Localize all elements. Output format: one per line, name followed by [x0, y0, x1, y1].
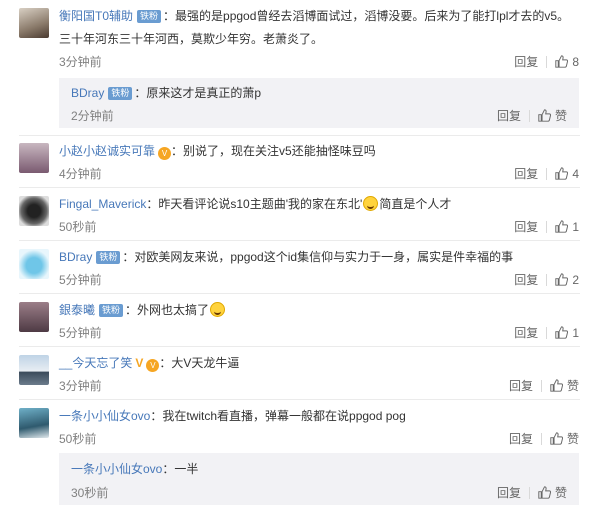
reply-button[interactable]: 回复 [514, 326, 538, 340]
avatar[interactable] [19, 408, 49, 438]
comment-text: ：原来这才是真正的萧p [134, 86, 262, 100]
reply-button[interactable]: 回复 [514, 167, 538, 181]
thumbs-up-icon [555, 220, 569, 233]
comment-actions: 回复 4 [514, 165, 579, 182]
like-button[interactable]: 1 [555, 326, 579, 340]
thumbs-up-icon [555, 273, 569, 286]
avatar[interactable] [19, 8, 49, 38]
like-button[interactable]: 8 [555, 55, 579, 69]
reply-button[interactable]: 回复 [514, 273, 538, 287]
comment-item: 一条小小仙女ovo：我在twitch看直播，弹幕一般都在说ppgod pog 5… [0, 399, 599, 451]
comment-username[interactable]: 衡阳国T0辅助 [59, 9, 133, 23]
comment-item: Fingal_Maverick：昨天看评论说s10主题曲'我的家在东北' 简直是个… [0, 187, 599, 239]
like-label: 赞 [554, 109, 567, 123]
reply-button[interactable]: 回复 [509, 379, 533, 393]
vip-icon: V [158, 147, 172, 160]
like-count: 1 [572, 220, 579, 234]
reply-button[interactable]: 回复 [514, 220, 538, 234]
comment-username[interactable]: BDray [59, 250, 92, 264]
comment-text: ：最强的是ppgod曾经去滔博面试过，滔博没要。后来为了能打lpl才去的v5。 [163, 9, 570, 23]
like-count: 4 [572, 167, 579, 181]
fan-badge: 铁粉 [137, 10, 162, 23]
comment-actions: 回复 赞 [497, 484, 567, 501]
comment-text: ：一半 [162, 462, 199, 476]
comment-username[interactable]: 小赵小赵诚实可靠 [59, 144, 155, 158]
like-button[interactable]: 1 [555, 220, 579, 234]
comment-username[interactable]: 一条小小仙女ovo [59, 409, 150, 423]
fan-badge: 铁粉 [108, 87, 133, 100]
reply-button[interactable]: 回复 [509, 432, 533, 446]
like-count: 8 [572, 55, 579, 69]
comment-time: 30秒前 [71, 486, 109, 500]
reply-button[interactable]: 回复 [514, 55, 538, 69]
comment-time: 50秒前 [59, 432, 97, 446]
verified-v-icon: V [135, 356, 144, 370]
like-button[interactable]: 4 [555, 167, 579, 181]
like-label: 赞 [566, 432, 579, 446]
comment-text: 简直是个人才 [379, 197, 452, 211]
comment-username[interactable]: BDray [71, 86, 104, 100]
comment-actions: 回复 1 [514, 324, 579, 341]
comment-text: ：别说了，现在关注v5还能抽怪味豆吗 [171, 144, 376, 158]
fan-badge: 铁粉 [96, 251, 121, 264]
comment-actions: 回复 赞 [497, 107, 567, 124]
comment-text: ：我在twitch看直播，弹幕一般都在说ppgod pog [150, 409, 406, 423]
comment-username[interactable]: 一条小小仙女ovo [71, 462, 162, 476]
thumbs-up-icon [538, 486, 551, 499]
comment-text: 三十年河东三十年河西，莫欺少年穷。老萧炎了。 [59, 32, 324, 46]
like-label: 赞 [566, 379, 579, 393]
thumbs-up-icon [550, 379, 563, 392]
comment-time: 3分钟前 [59, 55, 102, 69]
like-count: 2 [572, 273, 579, 287]
comment-time: 2分钟前 [71, 109, 114, 123]
thumbs-up-icon [555, 326, 569, 339]
avatar[interactable] [19, 143, 49, 173]
laughing-emoji-icon [210, 302, 226, 317]
avatar[interactable] [19, 249, 49, 279]
comment-time: 5分钟前 [59, 273, 102, 287]
comment-time: 3分钟前 [59, 379, 102, 393]
comment-actions: 回复 2 [514, 271, 579, 288]
thumbs-up-icon [555, 55, 569, 68]
like-count: 1 [572, 326, 579, 340]
comment-username[interactable]: __今天忘了笑 [59, 356, 132, 370]
fan-badge: 铁粉 [99, 304, 124, 317]
comment-actions: 回复 赞 [509, 377, 579, 394]
avatar[interactable] [19, 302, 49, 332]
like-button[interactable]: 赞 [550, 432, 579, 446]
like-button[interactable]: 赞 [550, 379, 579, 393]
comment-actions: 回复 赞 [509, 430, 579, 447]
comment-text: ：外网也太搞了 [125, 303, 210, 317]
like-label: 赞 [554, 486, 567, 500]
comment-item: 衡阳国T0辅助 铁粉 ：最强的是ppgod曾经去滔博面试过，滔博没要。后来为了能打l… [0, 0, 599, 80]
like-button[interactable]: 赞 [538, 109, 567, 123]
avatar[interactable] [19, 196, 49, 226]
sub-reply-box: 一条小小仙女ovo：一半 30秒前 回复 赞 [59, 453, 579, 505]
comment-actions: 回复 8 [514, 53, 579, 70]
laughing-emoji-icon [363, 196, 379, 211]
like-button[interactable]: 2 [555, 273, 579, 287]
avatar[interactable] [19, 355, 49, 385]
comment-username[interactable]: 銀泰曦 [59, 303, 95, 317]
sub-reply-box: BDray 铁粉 ：原来这才是真正的萧p 2分钟前 回复 赞 [59, 78, 579, 128]
comment-time: 4分钟前 [59, 167, 102, 181]
reply-button[interactable]: 回复 [497, 486, 521, 500]
comment-time: 5分钟前 [59, 326, 102, 340]
comment-text: ：昨天看评论说s10主题曲'我的家在东北' [146, 197, 363, 211]
comment-item: 銀泰曦 铁粉 ：外网也太搞了 5分钟前 回复 1 [0, 293, 599, 345]
comment-text: ：对欧美网友来说，ppgod这个id集信仰与实力于一身，属实是件幸福的事 [122, 250, 514, 264]
reply-button[interactable]: 回复 [497, 109, 521, 123]
comment-username[interactable]: Fingal_Maverick [59, 197, 146, 211]
vip-icon: V [146, 359, 160, 372]
comment-time: 50秒前 [59, 220, 97, 234]
thumbs-up-icon [538, 109, 551, 122]
comment-text: ：大V天龙牛逼 [159, 356, 240, 370]
comment-item: BDray 铁粉 ：对欧美网友来说，ppgod这个id集信仰与实力于一身，属实是件幸… [0, 240, 599, 292]
comment-item: 小赵小赵诚实可靠 V ：别说了，现在关注v5还能抽怪味豆吗 4分钟前 回复 4 [0, 135, 599, 185]
comment-item: __今天忘了笑 V V ：大V天龙牛逼 3分钟前 回复赞 [0, 346, 599, 398]
thumbs-up-icon [555, 167, 569, 180]
thumbs-up-icon [550, 432, 563, 445]
comment-actions: 回复 1 [514, 218, 579, 235]
like-button[interactable]: 赞 [538, 486, 567, 500]
